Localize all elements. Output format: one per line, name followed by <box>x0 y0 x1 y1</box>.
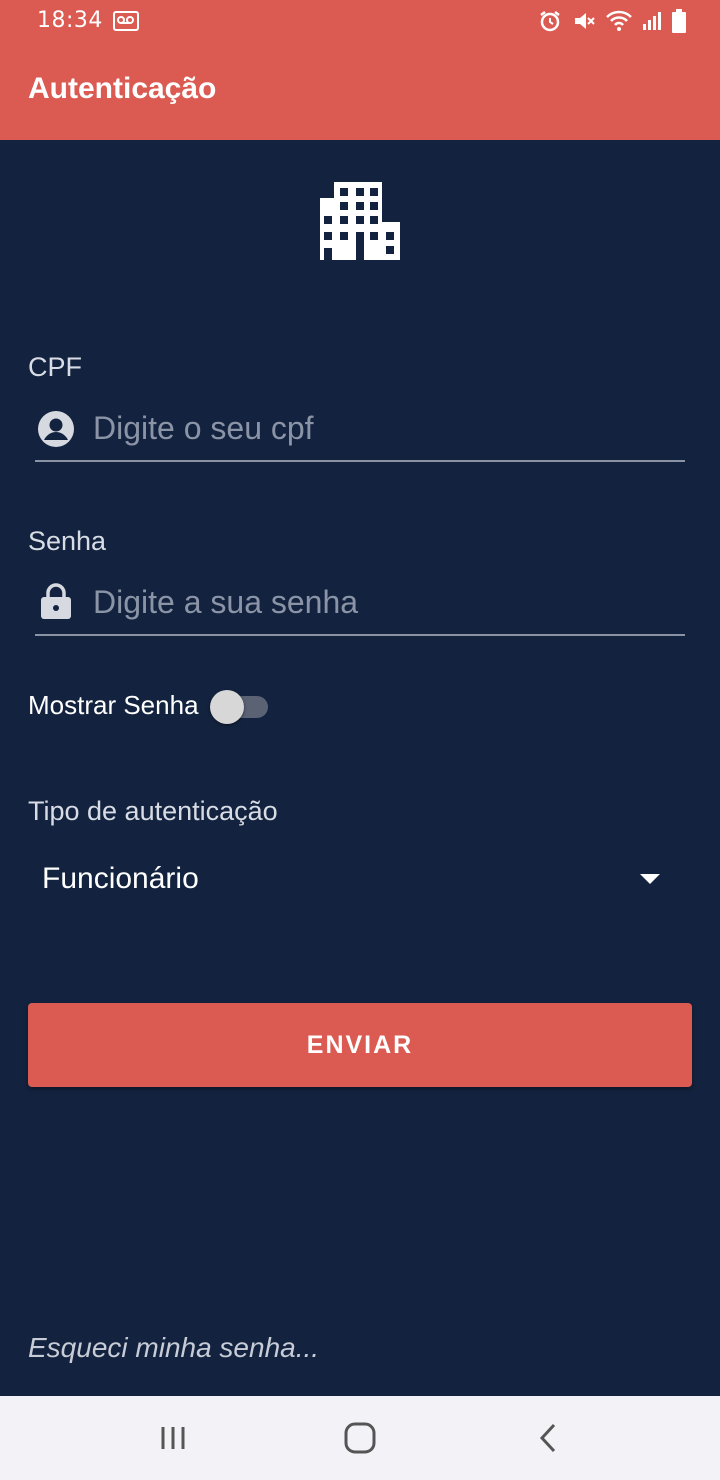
auth-type-label: Tipo de autenticação <box>28 796 278 826</box>
senha-label: Senha <box>28 526 107 556</box>
building-icon <box>320 182 402 262</box>
senha-input[interactable] <box>91 576 675 628</box>
page-title: Autenticação <box>28 72 217 105</box>
cpf-input[interactable] <box>91 402 675 454</box>
senha-field[interactable] <box>35 572 685 636</box>
status-time: 18:34 <box>37 8 103 33</box>
dropdown-arrow-icon <box>640 874 660 884</box>
battery-icon <box>672 9 686 37</box>
status-bar: 18:34 <box>0 0 720 44</box>
alarm-icon <box>538 9 562 37</box>
auth-type-value: Funcionário <box>42 862 199 895</box>
mute-icon <box>572 9 596 37</box>
cpf-field[interactable] <box>35 398 685 462</box>
forgot-password-link[interactable]: Esqueci minha senha... <box>28 1332 319 1364</box>
signal-icon <box>642 11 662 35</box>
system-nav-bar <box>0 1396 720 1480</box>
account-circle-icon <box>37 410 75 452</box>
wifi-icon <box>606 10 632 36</box>
app-bar: Autenticação <box>0 44 720 140</box>
cpf-label: CPF <box>28 352 82 382</box>
lock-icon <box>40 582 72 624</box>
back-icon[interactable] <box>518 1414 578 1462</box>
recents-icon[interactable] <box>143 1414 203 1462</box>
show-password-toggle[interactable] <box>210 690 268 724</box>
toggle-thumb <box>210 690 244 724</box>
auth-type-select[interactable]: Funcionário <box>28 848 678 908</box>
home-icon[interactable] <box>330 1414 390 1462</box>
submit-button[interactable]: ENVIAR <box>28 1003 692 1087</box>
voicemail-icon <box>113 11 139 35</box>
show-password-label: Mostrar Senha <box>28 690 199 720</box>
